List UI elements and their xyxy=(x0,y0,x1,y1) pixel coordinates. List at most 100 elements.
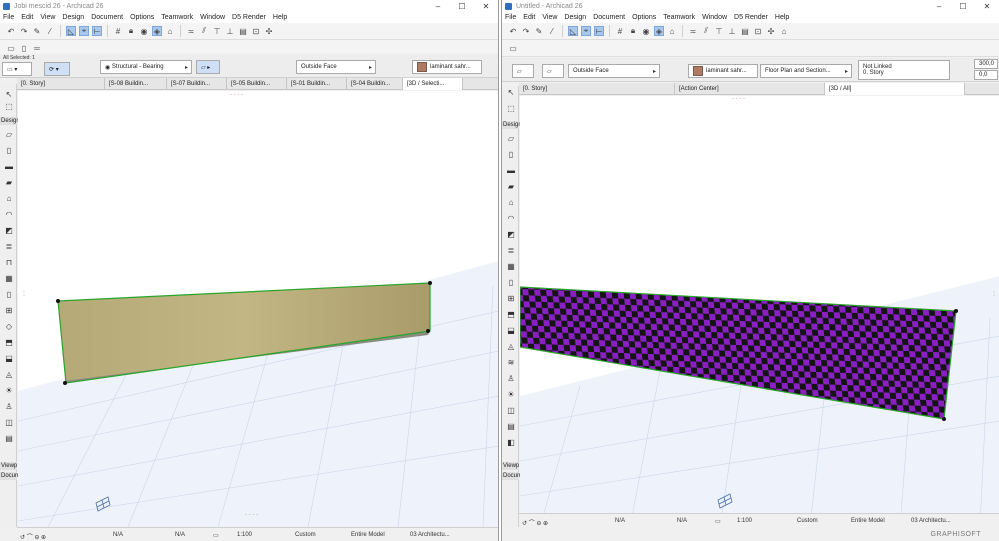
viewport-top-handle[interactable]: - - - - xyxy=(732,96,745,102)
geometry-method-field[interactable]: ▱ xyxy=(512,64,534,78)
window-icon[interactable]: ⊞ xyxy=(4,306,14,316)
toolbox-group-design[interactable]: Design xyxy=(502,121,522,129)
door-icon[interactable]: ▯ xyxy=(506,278,516,288)
slab-icon[interactable]: ▰ xyxy=(506,182,516,192)
grid-element-icon[interactable]: ▤ xyxy=(4,434,14,444)
toolbox-group-design[interactable]: Design xyxy=(0,117,20,125)
maximize-icon[interactable]: ☐ xyxy=(951,0,975,12)
column-icon[interactable]: ▯ xyxy=(506,150,516,160)
menu-file[interactable]: File xyxy=(505,14,516,21)
undo-icon[interactable]: ↶ xyxy=(508,26,518,36)
mesh-icon[interactable]: ◬ xyxy=(506,342,516,352)
menu-window[interactable]: Window xyxy=(200,14,225,21)
viewport-bottom-handle[interactable]: - - - - xyxy=(245,512,258,518)
object-icon[interactable]: ⬒ xyxy=(4,338,14,348)
minimize-icon[interactable]: – xyxy=(426,0,450,12)
wall-icon[interactable]: ▱ xyxy=(506,134,516,144)
menu-view[interactable]: View xyxy=(40,14,55,21)
viewport-right-handle[interactable]: ⋮ xyxy=(991,290,997,297)
undo-icon[interactable]: ↶ xyxy=(6,26,16,36)
paper-icon[interactable]: ▭ xyxy=(213,532,219,539)
library-object-icon[interactable]: ◫ xyxy=(4,418,14,428)
redo-icon[interactable]: ↷ xyxy=(521,26,531,36)
roof-icon[interactable]: ⌂ xyxy=(506,198,516,208)
morph-icon[interactable]: ◩ xyxy=(506,230,516,240)
stair-icon[interactable]: ≣ xyxy=(4,242,14,252)
guide-line-icon[interactable]: ◺ xyxy=(568,26,578,36)
model-view-field[interactable]: Entire Model xyxy=(351,532,385,538)
grid-element-icon[interactable]: ▤ xyxy=(506,422,516,432)
perspective-icon[interactable]: ⌂ xyxy=(165,26,175,36)
tab-story-0[interactable]: [0. Story] xyxy=(519,82,675,95)
menu-options[interactable]: Options xyxy=(632,14,656,21)
tab-3d-all[interactable]: [3D / All] xyxy=(825,82,965,95)
split-icon[interactable]: ⫽ xyxy=(701,26,711,36)
column-icon[interactable]: ▯ xyxy=(4,146,14,156)
trim-icon[interactable]: ≍ xyxy=(688,26,698,36)
view-3d-icon[interactable]: ◈ xyxy=(152,26,162,36)
menu-help[interactable]: Help xyxy=(273,14,287,21)
viewport-left-handle[interactable]: ⋮ xyxy=(21,290,27,297)
menu-file[interactable]: File xyxy=(3,14,14,21)
railing-icon[interactable]: ⊓ xyxy=(4,258,14,268)
arrow-tool-icon[interactable]: ↖ xyxy=(506,88,516,98)
column-tool-icon[interactable]: ▯ xyxy=(19,43,29,53)
tab-s07[interactable]: [S-07 Buildin... xyxy=(167,77,227,90)
selection-node[interactable] xyxy=(942,417,946,421)
grid-icon[interactable]: # xyxy=(615,26,625,36)
marquee-tool-icon[interactable]: ⬚ xyxy=(506,104,516,114)
snap-points-icon[interactable]: ⊢ xyxy=(594,26,604,36)
menu-design[interactable]: Design xyxy=(62,14,84,21)
selection-node[interactable] xyxy=(426,329,430,333)
adjust-icon[interactable]: ▤ xyxy=(740,26,750,36)
selection-node[interactable] xyxy=(56,299,60,303)
curtain-wall-icon[interactable]: ▦ xyxy=(506,262,516,272)
eye-icon[interactable]: ◉ xyxy=(139,26,149,36)
story-link-field[interactable]: Not Linked 0. Story xyxy=(858,60,950,80)
title-bar[interactable]: Untitled - Archicad 26 – ☐ ✕ xyxy=(502,0,999,12)
menu-document[interactable]: Document xyxy=(91,14,123,21)
layer-combination-field[interactable]: 03 Architectu... xyxy=(410,532,450,538)
lamp-icon[interactable]: ☀ xyxy=(506,390,516,400)
home-icon[interactable]: ⌂ xyxy=(779,26,789,36)
inject-icon[interactable]: ⁄ xyxy=(547,26,557,36)
redo-icon[interactable]: ↷ xyxy=(19,26,29,36)
wall-tool-icon[interactable]: ▭ xyxy=(6,43,16,53)
orbit-icon[interactable]: ↺ ⌒ ⊖ ⊕ xyxy=(522,518,548,527)
structural-function-field[interactable]: ◉ Structural - Bearing ▸ xyxy=(100,60,192,74)
reference-line-button[interactable]: ▱ ▸ xyxy=(196,60,220,74)
tab-story-0[interactable]: [0. Story] xyxy=(17,77,105,90)
3d-viewport[interactable] xyxy=(520,96,999,527)
align-icon[interactable]: ⊤ xyxy=(714,26,724,36)
split-icon[interactable]: ⫽ xyxy=(199,26,209,36)
view-3d-icon[interactable]: ◈ xyxy=(654,26,664,36)
adjust-icon[interactable]: ▤ xyxy=(238,26,248,36)
floor-plan-section-field[interactable]: Floor Plan and Section... ▸ xyxy=(760,64,852,78)
move-icon[interactable]: ✣ xyxy=(264,26,274,36)
geometry-method-field[interactable]: ▭ ▾ xyxy=(2,62,32,76)
distribute-icon[interactable]: ⊥ xyxy=(727,26,737,36)
menu-options[interactable]: Options xyxy=(130,14,154,21)
menu-d5-render[interactable]: D5 Render xyxy=(734,14,768,21)
menu-d5-render[interactable]: D5 Render xyxy=(232,14,266,21)
marquee-tool-icon[interactable]: ⬚ xyxy=(4,102,14,112)
menu-design[interactable]: Design xyxy=(564,14,586,21)
zone-icon[interactable]: ⬓ xyxy=(506,326,516,336)
beam-icon[interactable]: ▬ xyxy=(4,162,14,172)
pen-set-field[interactable]: Custom xyxy=(295,532,316,538)
close-icon[interactable]: ✕ xyxy=(474,0,498,12)
tab-s04[interactable]: [S-04 Buildin... xyxy=(347,77,403,90)
window-icon[interactable]: ⊞ xyxy=(506,294,516,304)
toolbox-group-viewpoint[interactable]: Viewp xyxy=(0,462,17,470)
mesh-icon[interactable]: ◬ xyxy=(4,370,14,380)
stair-icon[interactable]: ≋ xyxy=(506,358,516,368)
scale-field[interactable]: 1:100 xyxy=(737,518,752,524)
selection-node[interactable] xyxy=(63,381,67,385)
tab-s01[interactable]: [S-01 Buildin... xyxy=(287,77,347,90)
wall-tool-icon[interactable]: ▭ xyxy=(508,43,518,53)
menu-document[interactable]: Document xyxy=(593,14,625,21)
slab-icon[interactable]: ▰ xyxy=(4,178,14,188)
viewport-top-handle[interactable]: - - - - xyxy=(230,92,243,98)
snap-guides-icon[interactable]: ⌖ xyxy=(79,26,89,36)
material-field[interactable]: laminant sahr... xyxy=(412,60,482,74)
